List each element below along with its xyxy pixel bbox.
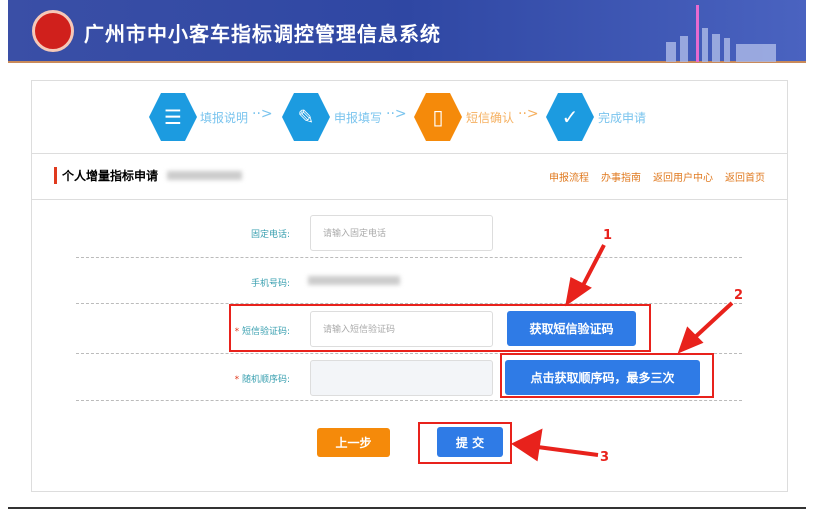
annotation-number-1: 1: [603, 228, 613, 243]
annotation-number-2: 2: [734, 288, 744, 303]
footer-line: [8, 507, 806, 509]
annotation-arrows: [510, 244, 734, 462]
annotation-number-3: 3: [600, 450, 610, 465]
arrow-head-3: [510, 428, 543, 462]
